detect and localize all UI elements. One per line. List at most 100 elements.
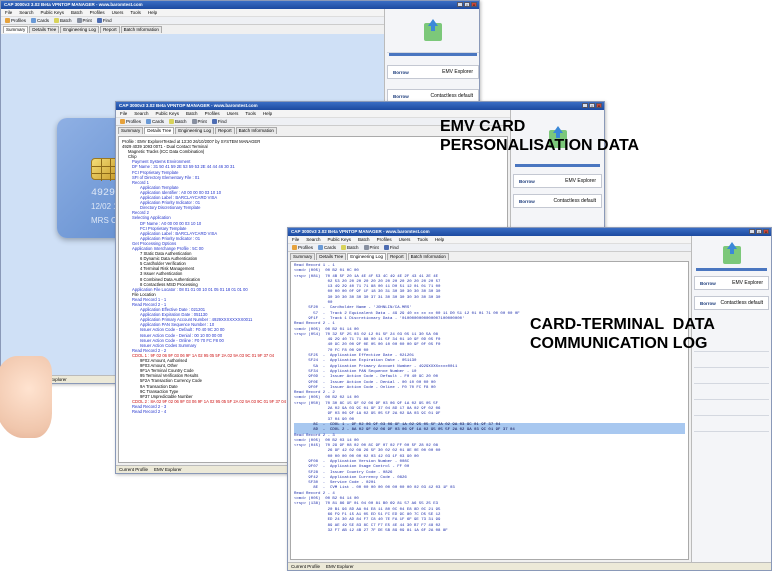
tab-report[interactable]: Report — [215, 127, 235, 134]
menu-file[interactable]: File — [5, 10, 12, 15]
cards-tool-button[interactable]: Cards — [318, 245, 336, 250]
tab-report[interactable]: Report — [387, 253, 407, 260]
menu-public-keys[interactable]: Public Keys — [328, 237, 352, 242]
cards-tool-label: Cards — [152, 119, 165, 124]
menu-tools[interactable]: Tools — [245, 111, 256, 116]
find-icon — [211, 119, 217, 124]
title-bar: CAP 3000v3 3.02 Beta VPNTOP MANAGER - ww… — [1, 1, 479, 9]
contactless-row[interactable]: Borrow Contactless default — [694, 296, 769, 310]
minimize-button[interactable]: _ — [582, 103, 588, 108]
contactless-label: Contactless default — [430, 93, 473, 99]
menu-public-keys[interactable]: Public Keys — [156, 111, 180, 116]
right-panel: Borrow EMV Explorer Borrow Contactless def… — [691, 236, 771, 570]
maximize-button[interactable]: □ — [756, 229, 762, 234]
contactless-row[interactable]: Borrow Contactless default — [513, 194, 602, 208]
tab-details-tree[interactable]: Details Tree — [144, 127, 175, 134]
menu-help[interactable]: Help — [148, 10, 157, 15]
batch-icon — [169, 119, 175, 124]
status-emv-explorer: EMV Explorer — [154, 467, 182, 472]
cards-tool-label: Cards — [37, 18, 50, 23]
menu-search[interactable]: Search — [306, 237, 320, 242]
window-title: CAP 3000v3 3.02 Beta VPNTOP MANAGER - ww… — [291, 229, 430, 234]
profiles-icon — [5, 18, 10, 23]
batch-tool-button[interactable]: Batch — [54, 18, 72, 23]
menu-users[interactable]: Users — [112, 10, 124, 15]
print-tool-button[interactable]: Print — [76, 18, 92, 23]
panel-accent — [696, 268, 767, 271]
window-title: CAP 3000v3 3.02 Beta VPNTOP MANAGER - ww… — [4, 2, 143, 7]
contactless-label: Contactless default — [553, 198, 596, 204]
profiles-tool-button[interactable]: Profiles — [5, 18, 26, 23]
menu-search[interactable]: Search — [19, 10, 33, 15]
menu-help[interactable]: Help — [435, 237, 444, 242]
tab-engineering-log[interactable]: Engineering Log — [347, 253, 387, 260]
tab-details-tree[interactable]: Details Tree — [29, 26, 60, 33]
find-tool-button[interactable]: Find — [96, 18, 112, 23]
borrow-button-1[interactable]: Borrow — [700, 281, 716, 286]
print-tool-button[interactable]: Print — [363, 245, 379, 250]
profiles-tool-button[interactable]: Profiles — [120, 119, 141, 124]
menu-help[interactable]: Help — [263, 111, 272, 116]
menu-users[interactable]: Users — [399, 237, 411, 242]
menu-profiles[interactable]: Profiles — [377, 237, 392, 242]
menu-profiles[interactable]: Profiles — [90, 10, 105, 15]
maximize-button[interactable]: □ — [589, 103, 595, 108]
menu-users[interactable]: Users — [227, 111, 239, 116]
maximize-button[interactable]: □ — [464, 2, 470, 7]
menu-profiles[interactable]: Profiles — [205, 111, 220, 116]
borrow-button-2[interactable]: Borrow — [393, 94, 409, 99]
tab-details-tree[interactable]: Details Tree — [316, 253, 347, 260]
find-icon — [96, 18, 102, 23]
print-icon — [363, 245, 369, 250]
status-bar: Current Profile EMV Explorer — [288, 562, 771, 570]
menu-public-keys[interactable]: Public Keys — [41, 10, 65, 15]
menu-file[interactable]: File — [120, 111, 127, 116]
print-tool-button[interactable]: Print — [191, 119, 207, 124]
close-button[interactable]: x — [763, 229, 769, 234]
engineering-log[interactable]: Read Record 1 - 1 <cmd> (005) 00 B2 01 0C… — [290, 261, 689, 560]
emv-explorer-row[interactable]: Borrow EMV Explorer — [387, 65, 479, 79]
profiles-tool-label: Profiles — [126, 119, 142, 124]
menu-batch[interactable]: Batch — [186, 111, 198, 116]
borrow-button-2[interactable]: Borrow — [700, 301, 716, 306]
engineering-log-window: CAP 3000v3 3.02 Beta VPNTOP MANAGER - ww… — [287, 227, 772, 571]
tab-report[interactable]: Report — [100, 26, 120, 33]
close-button[interactable]: x — [471, 2, 477, 7]
tab-summary[interactable]: Summary — [290, 253, 316, 260]
batch-tool-button[interactable]: Batch — [169, 119, 187, 124]
emv-explorer-row[interactable]: Borrow EMV Explorer — [513, 174, 602, 188]
find-tool-button[interactable]: Find — [211, 119, 227, 124]
minimize-button[interactable]: _ — [749, 229, 755, 234]
menu-file[interactable]: File — [292, 237, 299, 242]
menu-batch[interactable]: Batch — [71, 10, 83, 15]
tab-batch-information[interactable]: Batch Information — [120, 26, 162, 33]
tab-engineering-log[interactable]: Engineering Log — [175, 127, 215, 134]
find-tool-button[interactable]: Find — [383, 245, 399, 250]
menu-search[interactable]: Search — [134, 111, 148, 116]
batch-tool-button[interactable]: Batch — [341, 245, 359, 250]
borrow-button-1[interactable]: Borrow — [519, 179, 535, 184]
panel-divider — [694, 410, 769, 416]
emv-caption-text: EMV CARD PERSONALISATION DATA — [440, 118, 640, 154]
minimize-button[interactable]: _ — [457, 2, 463, 7]
cards-icon — [318, 245, 324, 250]
cards-tool-button[interactable]: Cards — [31, 18, 49, 23]
tab-summary[interactable]: Summary — [118, 127, 144, 134]
menu-tools[interactable]: Tools — [417, 237, 428, 242]
card-reader-icon — [424, 19, 442, 41]
menu-batch[interactable]: Batch — [358, 237, 370, 242]
tab-batch-information[interactable]: Batch Information — [235, 127, 277, 134]
menu-tools[interactable]: Tools — [130, 10, 141, 15]
borrow-button-1[interactable]: Borrow — [393, 70, 409, 75]
emv-explorer-label: EMV Explorer — [565, 178, 596, 184]
close-button[interactable]: x — [596, 103, 602, 108]
emv-explorer-row[interactable]: Borrow EMV Explorer — [694, 276, 769, 290]
tab-engineering-log[interactable]: Engineering Log — [60, 26, 100, 33]
profiles-tool-button[interactable]: Profiles — [292, 245, 313, 250]
find-tool-label: Find — [389, 245, 399, 250]
borrow-button-2[interactable]: Borrow — [519, 199, 535, 204]
communication-log-caption: CARD-TERMINAL DATA COMMUNICATION LOG — [530, 315, 715, 353]
cards-tool-button[interactable]: Cards — [146, 119, 164, 124]
tab-batch-information[interactable]: Batch Information — [407, 253, 449, 260]
tab-summary[interactable]: Summary — [3, 26, 29, 33]
